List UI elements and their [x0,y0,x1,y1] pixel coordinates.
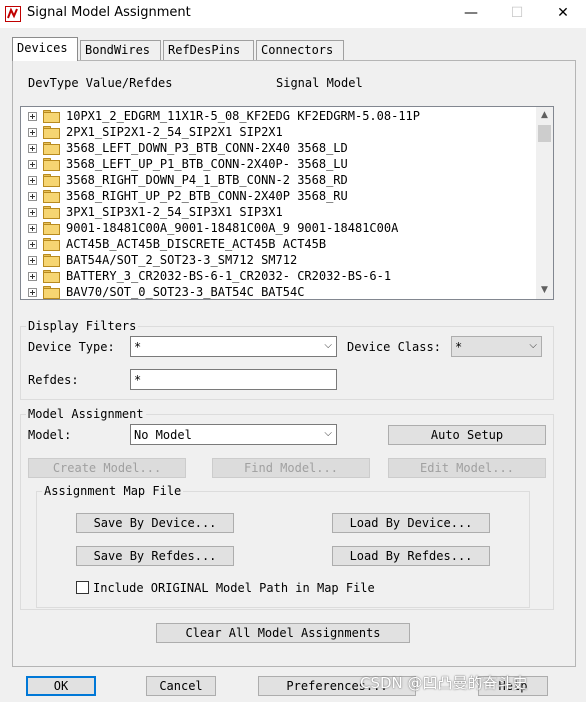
folder-icon [43,142,61,155]
save-by-device-button[interactable]: Save By Device... [76,513,234,533]
expand-icon[interactable] [28,224,37,233]
list-item-label: 3568_RIGHT_UP_P2_BTB_CONN-2X40P 3568_RU [66,189,348,203]
display-filters-title: Display Filters [26,319,139,333]
close-button[interactable]: ✕ [540,0,586,28]
expand-icon[interactable] [28,192,37,201]
tab-devices[interactable]: Devices [12,37,78,61]
ok-button[interactable]: OK [26,676,96,696]
list-item-label: BAV70/SOT_0_SOT23-3_BAT54C BAT54C [66,285,305,299]
folder-icon [43,206,61,219]
window-title: Signal Model Assignment [27,5,191,20]
expand-icon[interactable] [28,128,37,137]
app-icon [5,6,21,22]
model-combo[interactable]: No Model ⌵ [130,424,337,445]
load-by-device-button[interactable]: Load By Device... [332,513,490,533]
list-item-label: BATTERY_3_CR2032-BS-6-1_CR2032- CR2032-B… [66,269,392,283]
chevron-down-icon: ⌵ [324,340,332,351]
expand-icon[interactable] [28,160,37,169]
expand-icon[interactable] [28,272,37,281]
list-item-label: BAT54A/SOT_2_SOT23-3_SM712 SM712 [66,253,298,267]
chevron-down-icon: ⌵ [529,340,537,351]
model-assignment-title: Model Assignment [26,407,146,421]
scroll-thumb[interactable] [538,125,551,142]
model-value: No Model [134,428,192,442]
list-item-label: 9001-18481C00A_9001-18481C00A_9 9001-184… [66,221,399,235]
list-item-label: 3568_LEFT_UP_P1_BTB_CONN-2X40P- 3568_LU [66,157,348,171]
folder-icon [43,222,61,235]
folder-icon [43,110,61,123]
expand-icon[interactable] [28,256,37,265]
scroll-up-arrow-icon[interactable]: ▲ [536,107,553,124]
folder-icon [43,158,61,171]
include-original-label: Include ORIGINAL Model Path in Map File [93,581,375,595]
folder-icon [43,254,61,267]
list-header-signal-model: Signal Model [276,76,363,90]
expand-icon[interactable] [28,240,37,249]
tab-refdespins[interactable]: RefDesPins [163,40,254,60]
auto-setup-button[interactable]: Auto Setup [388,425,546,445]
list-header-devtype: DevType Value/Refdes [28,76,173,90]
load-by-refdes-button[interactable]: Load By Refdes... [332,546,490,566]
watermark: CSDN @凹凸曼的奋斗史 [360,674,528,692]
folder-icon [43,238,61,251]
include-original-checkbox[interactable] [76,581,89,594]
save-by-refdes-button[interactable]: Save By Refdes... [76,546,234,566]
device-type-value: * [134,340,142,354]
list-item-label: 3PX1_SIP3X1-2_54_SIP3X1 SIP3X1 [66,205,283,219]
map-file-title: Assignment Map File [42,484,184,498]
list-item-label: 3568_LEFT_DOWN_P3_BTB_CONN-2X40 3568_LD [66,141,348,155]
cancel-button[interactable]: Cancel [146,676,216,696]
folder-icon [43,174,61,187]
device-type-combo[interactable]: * ⌵ [130,336,337,357]
tab-connectors[interactable]: Connectors [256,40,344,60]
expand-icon[interactable] [28,208,37,217]
chevron-down-icon: ⌵ [324,428,332,439]
refdes-input[interactable]: * [130,369,337,390]
device-tree-list[interactable]: 10PX1_2_EDGRM_11X1R-5_08_KF2EDG KF2EDGRM… [20,106,554,300]
refdes-label: Refdes: [28,373,79,387]
maximize-button[interactable]: ☐ [494,0,540,28]
create-model-button[interactable]: Create Model... [28,458,186,478]
scroll-down-arrow-icon[interactable]: ▼ [536,282,553,299]
device-class-value: * [455,340,463,354]
expand-icon[interactable] [28,112,37,121]
minimize-button[interactable]: — [448,0,494,28]
folder-icon [43,270,61,283]
find-model-button[interactable]: Find Model... [212,458,370,478]
title-bar: Signal Model Assignment — ☐ ✕ [0,0,586,28]
list-item-label: 10PX1_2_EDGRM_11X1R-5_08_KF2EDG KF2EDGRM… [66,109,421,123]
list-item-label: 2PX1_SIP2X1-2_54_SIP2X1 SIP2X1 [66,125,283,139]
folder-icon [43,126,61,139]
device-type-label: Device Type: [28,340,115,354]
list-item-label: ACT45B_ACT45B_DISCRETE_ACT45B ACT45B [66,237,327,251]
list-scrollbar[interactable]: ▲ ▼ [536,107,553,299]
expand-icon[interactable] [28,288,37,297]
clear-all-button[interactable]: Clear All Model Assignments [156,623,410,643]
tab-bondwires[interactable]: BondWires [80,40,161,60]
folder-icon [43,190,61,203]
model-label: Model: [28,428,72,442]
edit-model-button[interactable]: Edit Model... [388,458,546,478]
expand-icon[interactable] [28,144,37,153]
device-class-label: Device Class: [347,340,441,354]
expand-icon[interactable] [28,176,37,185]
folder-icon [43,286,61,299]
refdes-value: * [134,373,142,387]
list-item-label: 3568_RIGHT_DOWN_P4_1_BTB_CONN-2 3568_RD [66,173,348,187]
device-class-combo[interactable]: * ⌵ [451,336,542,357]
